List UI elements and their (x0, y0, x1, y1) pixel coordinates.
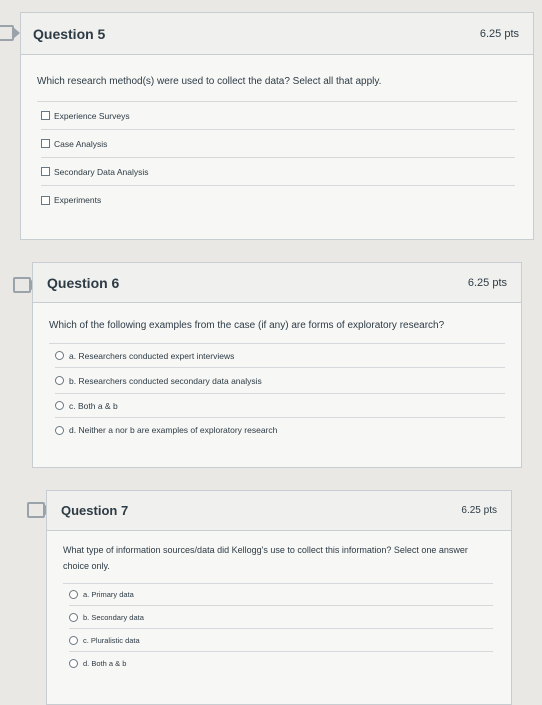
option-7d[interactable]: d. Both a & b (69, 652, 493, 674)
radio-button[interactable] (55, 401, 64, 410)
option-7c[interactable]: c. Pluralistic data (69, 629, 493, 652)
option-6a[interactable]: a. Researchers conducted expert intervie… (55, 344, 505, 368)
option-experiments[interactable]: Experiments (41, 186, 515, 214)
option-label: c. Both a & b (69, 400, 118, 411)
checkbox[interactable] (41, 111, 50, 120)
option-label: c. Pluralistic data (83, 635, 140, 645)
option-label: Secondary Data Analysis (54, 166, 149, 177)
radio-button[interactable] (69, 658, 78, 668)
question-5-header: Question 5 6.25 pts (21, 13, 533, 55)
question-6-points: 6.25 pts (467, 276, 507, 289)
radio-button[interactable] (69, 635, 78, 645)
flag-question-6-icon[interactable] (13, 277, 37, 293)
question-5-points: 6.25 pts (479, 27, 519, 40)
question-5-title: Question 5 (33, 25, 106, 42)
question-6-card: Question 6 6.25 pts Which of the followi… (32, 262, 522, 468)
checkbox[interactable] (41, 139, 50, 148)
radio-button[interactable] (69, 590, 78, 599)
option-label: Experience Surveys (54, 110, 130, 121)
option-label: b. Researchers conducted secondary data … (69, 375, 262, 386)
checkbox[interactable] (41, 195, 50, 205)
option-label: Case Analysis (54, 138, 108, 149)
radio-button[interactable] (55, 351, 64, 360)
option-label: a. Primary data (83, 590, 134, 599)
option-case-analysis[interactable]: Case Analysis (41, 130, 515, 158)
radio-button[interactable] (69, 612, 78, 622)
option-label: d. Both a & b (83, 658, 127, 668)
radio-button[interactable] (55, 425, 64, 435)
question-6-header: Question 6 6.25 pts (33, 263, 521, 303)
flag-question-7-icon[interactable] (27, 502, 51, 518)
option-6c[interactable]: c. Both a & b (55, 394, 505, 418)
checkbox[interactable] (41, 167, 50, 176)
question-7-header: Question 7 6.25 pts (47, 491, 511, 531)
question-7-card: Question 7 6.25 pts What type of informa… (46, 490, 512, 705)
option-label: d. Neither a nor b are examples of explo… (69, 425, 278, 435)
option-label: a. Researchers conducted expert intervie… (69, 350, 235, 361)
question-7-points: 6.25 pts (461, 505, 497, 516)
question-7-text: What type of information sources/data di… (63, 545, 468, 571)
option-label: Experiments (54, 195, 102, 205)
option-7b[interactable]: b. Secondary data (69, 606, 493, 629)
option-experience-surveys[interactable]: Experience Surveys (41, 102, 515, 130)
question-6-text: Which of the following examples from the… (49, 320, 445, 331)
option-6d[interactable]: d. Neither a nor b are examples of explo… (55, 418, 505, 442)
question-5-card: Question 5 6.25 pts Which research metho… (20, 12, 534, 240)
option-6b[interactable]: b. Researchers conducted secondary data … (55, 368, 505, 394)
option-7a[interactable]: a. Primary data (69, 584, 493, 606)
question-5-text: Which research method(s) were used to co… (37, 76, 382, 87)
option-label: b. Secondary data (83, 612, 144, 622)
option-secondary-data-analysis[interactable]: Secondary Data Analysis (41, 158, 515, 186)
radio-button[interactable] (55, 376, 64, 385)
flag-question-5-icon[interactable] (0, 25, 20, 41)
question-6-title: Question 6 (47, 274, 120, 291)
question-7-title: Question 7 (61, 503, 129, 518)
